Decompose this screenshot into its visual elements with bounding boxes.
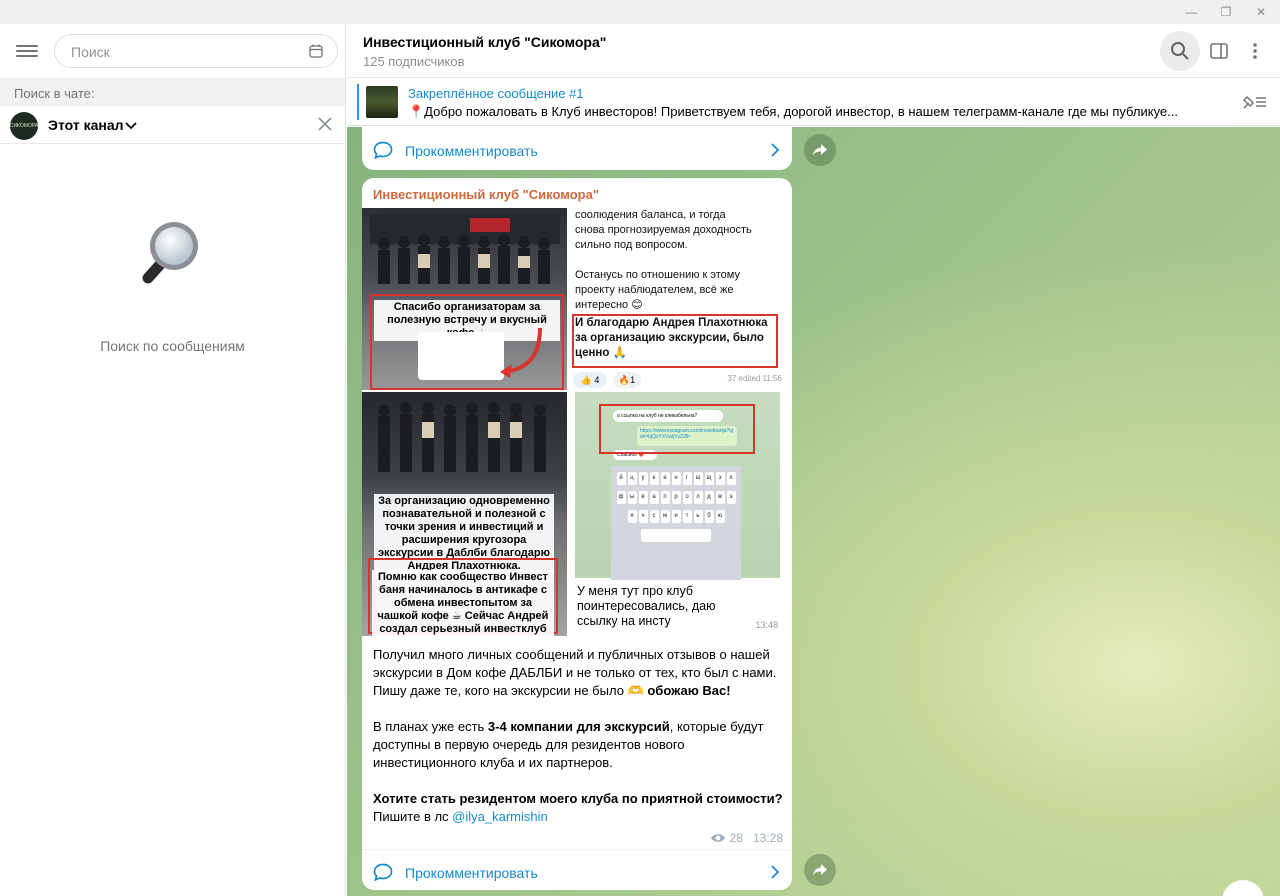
views-icon	[710, 834, 725, 842]
close-icon[interactable]	[317, 116, 333, 132]
views-count: 28	[729, 831, 743, 845]
photo-group-event[interactable]: Спасибо организаторам за полезную встреч…	[362, 208, 567, 390]
menu-icon[interactable]	[14, 42, 40, 62]
phone-caption-text: У меня тут про клуб поинтересовались, да…	[577, 584, 716, 628]
chat-header[interactable]: Инвестиционный клуб "Сикомора" 125 подпи…	[347, 24, 1280, 78]
pinned-list-icon[interactable]	[1240, 92, 1268, 112]
post-meta: 28 13:28	[710, 831, 783, 845]
previous-post-comments[interactable]: Прокомментировать	[362, 127, 792, 170]
search-in-chat-label: Поиск в чате:	[0, 78, 345, 106]
window-titlebar: — ❐ ✕	[0, 0, 1280, 24]
search-button[interactable]	[1160, 31, 1200, 71]
post-author[interactable]: Инвестиционный клуб "Сикомора"	[373, 187, 599, 202]
comment-icon	[373, 141, 393, 159]
chat-screenshot-text: соолюдения баланса, и тогда снова прогно…	[575, 209, 752, 311]
left-sidebar: Поиск Поиск в чате: СИКОМОРА Этот канал …	[0, 24, 346, 896]
arrow-icon	[500, 327, 542, 378]
magnifier-icon	[142, 222, 198, 284]
comment-label[interactable]: Прокомментировать	[405, 865, 538, 881]
pinned-indicator	[357, 84, 359, 120]
phone-caption-bubble: У меня тут про клуб поинтересовались, да…	[571, 580, 790, 634]
comment-row[interactable]: Прокомментировать	[362, 850, 792, 890]
channel-avatar: СИКОМОРА	[10, 112, 38, 140]
chevron-right-icon	[771, 865, 780, 879]
comment-icon	[373, 863, 393, 881]
close-window-button[interactable]: ✕	[1244, 0, 1278, 24]
restore-button[interactable]: ❐	[1209, 0, 1243, 24]
chat-screenshot-meta: 37 edited 11:56	[727, 374, 782, 383]
post-paragraph-2: В планах уже есть 3-4 компании для экску…	[373, 719, 764, 770]
subscriber-count: 125 подписчиков	[363, 54, 465, 69]
pinned-thumbnail	[366, 86, 398, 118]
pinned-message-bar[interactable]: Закреплённое сообщение #1 📍Добро пожалов…	[347, 78, 1280, 126]
post-text: Получил много личных сообщений и публичн…	[373, 646, 783, 844]
photo-phone-screenshot[interactable]: а ссылка на клуб не кликабельна? https:/…	[569, 392, 792, 636]
post-paragraph-1: Получил много личных сообщений и публичн…	[373, 647, 777, 698]
search-placeholder: Поиск	[71, 44, 110, 60]
pinned-title[interactable]: Закреплённое сообщение #1	[408, 86, 584, 101]
minimize-button[interactable]: —	[1174, 0, 1208, 24]
calendar-icon[interactable]	[309, 44, 323, 58]
pinned-text[interactable]: 📍Добро пожаловать в Клуб инвесторов! При…	[408, 104, 1218, 120]
reaction-fire: 🔥1	[613, 372, 641, 388]
highlight-box	[599, 404, 755, 454]
scope-label[interactable]: Этот канал	[48, 117, 124, 133]
channel-post[interactable]: Инвестиционный клуб "Сикомора" Спасибо о…	[362, 178, 792, 890]
empty-search-text: Поиск по сообщениям	[100, 338, 245, 354]
phone-caption-time: 13:48	[755, 620, 778, 630]
username-link[interactable]: @ilya_karmishin	[452, 809, 548, 824]
photo-group-coffee[interactable]: За организацию одновременно познавательн…	[362, 392, 567, 636]
chevron-right-icon	[771, 143, 780, 157]
share-icon	[813, 864, 827, 876]
share-button[interactable]	[804, 134, 836, 166]
comment-label[interactable]: Прокомментировать	[405, 143, 538, 159]
chat-title[interactable]: Инвестиционный клуб "Сикомора"	[363, 34, 606, 50]
photo3-caption-2: Помню как сообщество Инвест баня начинал…	[372, 570, 554, 636]
embedded-screenshot	[418, 332, 504, 380]
phone-keyboard: йцукенгшщзх фывапролджэ ячсмитьбю	[611, 466, 741, 592]
photo-chat-screenshot[interactable]: соолюдения баланса, и тогда снова прогно…	[569, 208, 792, 390]
comment-row[interactable]: Прокомментировать	[362, 128, 792, 170]
share-button[interactable]	[804, 854, 836, 886]
share-icon	[813, 144, 827, 156]
post-time: 13:28	[752, 831, 783, 845]
sidebar-toggle-icon[interactable]	[1209, 41, 1229, 61]
search-input[interactable]: Поиск	[54, 34, 338, 68]
post-paragraph-3: Хотите стать резидентом моего клуба по п…	[373, 791, 783, 824]
more-options-icon[interactable]	[1247, 41, 1263, 61]
search-scope-row[interactable]: СИКОМОРА Этот канал	[0, 106, 345, 144]
chevron-down-icon[interactable]	[124, 118, 138, 132]
chat-screenshot-bold: И благодарю Андрея Плахотнюка за организ…	[575, 317, 768, 359]
people-illustration	[378, 402, 546, 472]
people-illustration	[370, 214, 560, 284]
reaction-like: 👍 4	[573, 372, 607, 388]
search-icon	[1171, 42, 1189, 60]
